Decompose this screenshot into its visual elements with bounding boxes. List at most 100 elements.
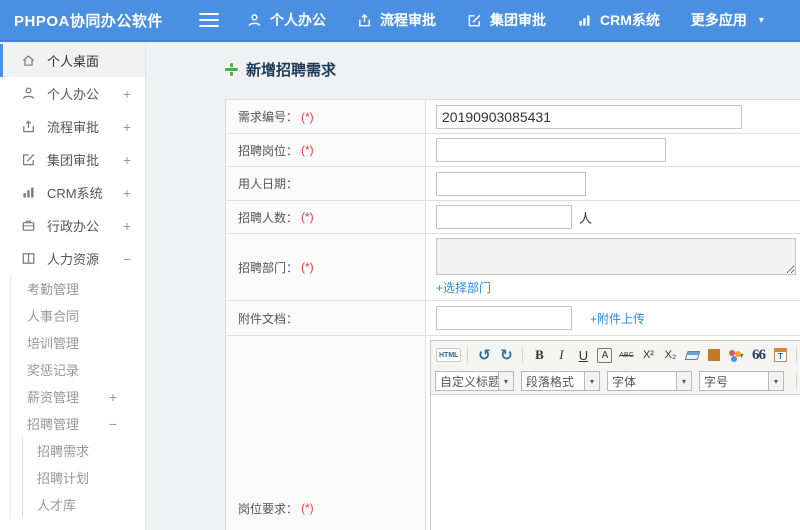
blockquote-button[interactable]: 66 [748,345,768,365]
sidebar-item-recruitment[interactable]: 招聘管理 − [11,410,145,437]
sidebar: 个人桌面 个人办公 + 流程审批 + 集团审批 + CRM系统 + 行政办公 +… [0,44,146,530]
form-row-request-no: 需求编号： (*) [226,100,800,134]
sidebar-item-admin-office[interactable]: 行政办公 + [0,209,145,242]
font-size-select[interactable]: 字号 ▾ [699,371,784,391]
menu-toggle-icon[interactable] [199,9,221,31]
sidebar-item-rewards[interactable]: 奖惩记录 [11,356,145,383]
workflow-icon [23,120,34,133]
palette-icon [729,350,736,356]
redo-button[interactable]: ↻ [496,345,516,365]
sidebar-item-salary[interactable]: 薪资管理 + [11,383,145,410]
chevron-down-icon: ▾ [739,350,744,360]
chevron-down-icon: ▾ [758,14,764,26]
app-header: PHPOA协同办公软件 个人办公 流程审批 集团审批 CRM系统 更多应用 ▾ [0,0,800,42]
chevron-down-icon[interactable]: ▾ [677,371,692,391]
field-label: 招聘人数： [238,210,299,225]
field-label: 需求编号： [238,110,299,124]
palette-button[interactable]: ▾ [726,345,746,365]
nav-personal-office[interactable]: 个人办公 [247,10,326,30]
briefcase-icon [22,220,35,231]
collapse-icon[interactable]: − [123,251,131,267]
page-title: 新增招聘需求 [225,59,800,80]
sidebar-item-talent-pool[interactable]: 人才库 [23,491,145,518]
add-icon [225,63,238,76]
sidebar-item-recruit-request[interactable]: 招聘需求 [23,437,145,464]
headcount-input[interactable] [436,205,572,229]
sidebar-item-hr[interactable]: 人力资源 − [0,242,145,275]
main-content: 新增招聘需求 需求编号： (*) 招聘岗位： (*) 用人日期： [147,44,800,530]
recruitment-request-form: 需求编号： (*) 招聘岗位： (*) 用人日期： [225,99,800,530]
recruitment-submenu: 招聘需求 招聘计划 人才库 [22,437,145,518]
nav-workflow-approval[interactable]: 流程审批 [357,10,436,30]
sidebar-item-crm[interactable]: CRM系统 + [0,176,145,209]
editor-content-area[interactable] [431,395,800,530]
form-row-attachment: 附件文档： +附件上传 [226,301,800,336]
bold-button[interactable]: B [529,345,549,365]
sidebar-item-personal-office[interactable]: 个人办公 + [0,77,145,110]
sidebar-item-group-approval[interactable]: 集团审批 + [0,143,145,176]
nav-more-apps[interactable]: 更多应用 ▾ [691,10,764,30]
expand-icon[interactable]: + [123,185,131,201]
sidebar-item-attendance[interactable]: 考勤管理 [11,275,145,302]
superscript-button[interactable]: X² [638,345,658,365]
italic-button[interactable]: I [551,345,571,365]
chevron-down-icon[interactable]: ▾ [499,371,514,391]
hr-submenu: 考勤管理 人事合同 培训管理 奖惩记录 薪资管理 + 招聘管理 − 招聘需求 招… [10,275,145,518]
field-label: 岗位要求： [238,501,299,516]
collapse-icon[interactable]: − [109,416,117,432]
chevron-down-icon[interactable]: ▾ [585,371,600,391]
subscript-button[interactable]: X₂ [660,345,680,365]
rich-text-editor: HTML ↺ ↻ B I U A ABC X² X₂ ▾ 66 T 自定义标题 … [430,340,800,530]
underline-button[interactable]: U [573,345,593,365]
brush-icon [708,349,721,361]
expand-icon[interactable]: + [109,389,117,405]
user-icon [248,13,261,26]
edit-icon [468,14,481,26]
hire-date-input[interactable] [436,171,586,196]
department-textarea[interactable] [436,238,796,275]
form-row-department: 招聘部门： (*) +选择部门 [226,234,800,301]
clipboard-icon: T [773,348,787,362]
edit-icon [23,153,35,166]
paste-as-text-button[interactable]: T [770,345,790,365]
format-brush-button[interactable] [704,345,724,365]
select-department-link[interactable]: +选择部门 [436,279,491,296]
field-label: 招聘岗位： [238,143,299,158]
attachment-input[interactable] [436,306,572,330]
eraser-icon [684,350,701,360]
font-family-select[interactable]: 字体 ▾ [607,371,692,391]
required-mark: (*) [301,260,314,274]
required-mark: (*) [301,143,314,157]
sidebar-item-training[interactable]: 培训管理 [11,329,145,356]
position-input[interactable] [436,138,666,162]
user-icon [23,87,34,99]
field-label: 用人日期： [238,177,299,191]
nav-crm-system[interactable]: CRM系统 [577,10,660,30]
eraser-button[interactable] [682,345,702,365]
expand-icon[interactable]: + [123,218,131,234]
field-label: 招聘部门： [238,260,299,275]
upload-attachment-link[interactable]: +附件上传 [590,310,645,327]
editor-toolbar-row1: HTML ↺ ↻ B I U A ABC X² X₂ ▾ 66 T [431,341,800,368]
sidebar-item-desktop[interactable]: 个人桌面 [0,44,145,77]
char-border-button[interactable]: A [597,347,613,363]
heading-select[interactable]: 自定义标题 ▾ [435,371,514,391]
form-row-headcount: 招聘人数： (*) 人 [226,201,800,234]
request-no-input[interactable] [436,104,742,129]
chevron-down-icon[interactable]: ▾ [769,371,784,391]
strikethrough-button[interactable]: ABC [616,345,636,365]
nav-group-approval[interactable]: 集团审批 [467,10,546,30]
expand-icon[interactable]: + [123,119,131,135]
sidebar-item-contracts[interactable]: 人事合同 [11,302,145,329]
expand-icon[interactable]: + [123,152,131,168]
paragraph-format-select[interactable]: 段落格式 ▾ [521,371,600,391]
unit-label: 人 [579,210,593,226]
sidebar-item-workflow-approval[interactable]: 流程审批 + [0,110,145,143]
undo-button[interactable]: ↺ [474,345,494,365]
sidebar-item-recruit-plan[interactable]: 招聘计划 [23,464,145,491]
workflow-icon [359,13,370,26]
required-mark: (*) [301,501,314,515]
required-mark: (*) [301,109,314,124]
html-source-button[interactable]: HTML [436,348,462,362]
expand-icon[interactable]: + [123,86,131,102]
